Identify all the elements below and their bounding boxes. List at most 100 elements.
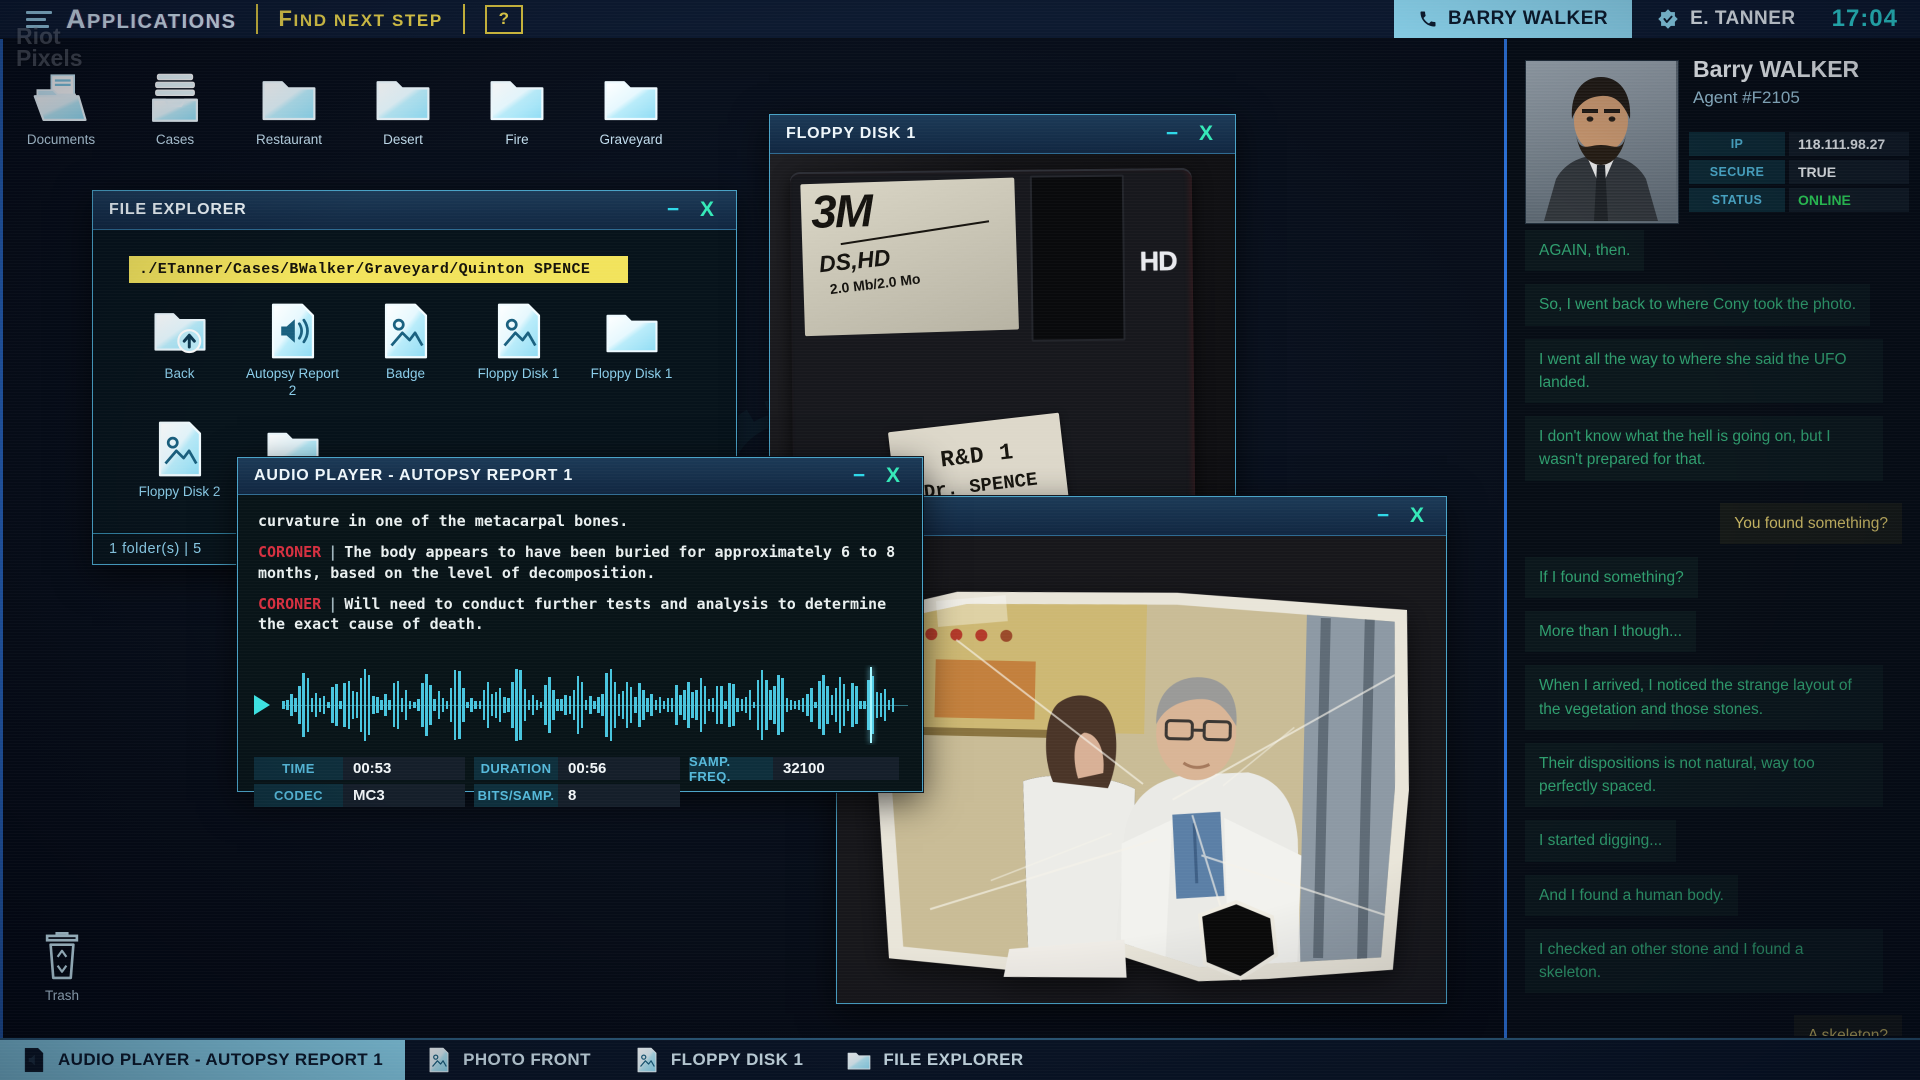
transcript-line: CORONER | The body appears to have been bu… xyxy=(258,543,896,582)
audio-player-window: AUDIO PLAYER - AUTOPSY REPORT 1 − X curv… xyxy=(237,457,923,807)
desktop-icon-fire[interactable]: Fire xyxy=(460,72,574,147)
sample-freq-value: 32100 xyxy=(773,757,899,780)
chat-message: Their dispositions is not natural, way t… xyxy=(1525,742,1883,808)
bits-label: BITS/SAMP. xyxy=(474,784,558,807)
close-button[interactable]: X xyxy=(690,192,724,228)
desktop-icon-graveyard[interactable]: Graveyard xyxy=(574,72,688,147)
file-item-floppy-disk-1-image[interactable]: Floppy Disk 1 xyxy=(462,302,575,420)
phone-icon xyxy=(1418,9,1438,29)
file-item-floppy-disk-1-folder[interactable]: Floppy Disk 1 xyxy=(575,302,688,420)
tab-label: BARRY WALKER xyxy=(1448,8,1609,29)
clock: 17:04 xyxy=(1831,5,1898,32)
bits-value: 8 xyxy=(558,784,680,807)
floppy-disk-titlebar[interactable]: FLOPPY DISK 1 − X xyxy=(770,115,1235,154)
image-file-icon xyxy=(427,1047,451,1073)
file-item-autopsy-report-2[interactable]: Autopsy Report 2 xyxy=(236,302,349,420)
trash-label: Trash xyxy=(44,988,79,1003)
desktop-icon-restaurant[interactable]: Restaurant xyxy=(232,72,346,147)
file-item-back[interactable]: Back xyxy=(123,302,236,420)
taskbar-item-floppy-disk-1[interactable]: FLOPPY DISK 1 xyxy=(613,1040,825,1080)
waveform-bars xyxy=(282,665,896,745)
disk-top-label: 3M DS,HD 2.0 Mb/2.0 Mo xyxy=(800,177,1019,337)
disk-brand: 3M xyxy=(810,184,872,238)
close-button[interactable]: X xyxy=(1189,116,1223,152)
sample-freq-label: SAMP. FREQ. xyxy=(689,754,773,784)
playhead[interactable] xyxy=(870,667,873,743)
waveform[interactable] xyxy=(282,665,908,745)
chat-log: AGAIN, then. So, I went back to where Co… xyxy=(1507,228,1920,1036)
taskbar-item-file-explorer[interactable]: FILE EXPLORER xyxy=(825,1040,1045,1080)
play-button[interactable] xyxy=(254,695,270,715)
time-label: TIME xyxy=(254,757,343,780)
audio-file-icon xyxy=(22,1047,46,1073)
folder-icon xyxy=(261,72,317,124)
transcript: curvature in one of the metacarpal bones… xyxy=(238,495,922,634)
desktop-icon-row: Documents Cases Restaurant Desert Fire G… xyxy=(4,72,688,147)
status-value: ONLINE xyxy=(1789,188,1909,212)
taskbar: AUDIO PLAYER - AUTOPSY REPORT 1 PHOTO FR… xyxy=(0,1038,1920,1080)
file-explorer-titlebar[interactable]: FILE EXPLORER − X xyxy=(93,191,736,230)
audio-stats-row-2: CODEC MC3 BITS/SAMP. 8 xyxy=(254,784,689,807)
duration-value: 00:56 xyxy=(558,757,680,780)
close-button[interactable]: X xyxy=(1400,498,1434,534)
chat-message: So, I went back to where Cony took the p… xyxy=(1525,284,1871,326)
tab-label: E. TANNER xyxy=(1690,8,1796,29)
secure-value: TRUE xyxy=(1789,160,1909,184)
chat-message: AGAIN, then. xyxy=(1525,230,1645,272)
tray-icon xyxy=(147,72,203,124)
minimize-button[interactable]: − xyxy=(1155,116,1189,152)
codec-value: MC3 xyxy=(343,784,465,807)
contact-sidebar: Barry WALKER Agent #F2105 IP 118.111.98.… xyxy=(1504,38,1920,1038)
image-file-icon xyxy=(379,302,433,360)
minimize-button[interactable]: − xyxy=(656,192,690,228)
contact-subtitle: Agent #F2105 xyxy=(1693,88,1800,107)
icon-label: Documents xyxy=(26,132,96,147)
tab-e-tanner[interactable]: E. TANNER xyxy=(1632,0,1819,38)
contact-name: Barry WALKER xyxy=(1693,56,1860,82)
top-menu-bar: APPLICATIONS FIND NEXT STEP ? BARRY WALK… xyxy=(0,0,1920,39)
time-value: 00:53 xyxy=(343,757,465,780)
image-file-icon xyxy=(492,302,546,360)
chat-message-player: You found something? xyxy=(1720,502,1902,544)
folder-icon xyxy=(847,1047,871,1073)
duration-label: DURATION xyxy=(474,757,558,780)
minimize-button[interactable]: − xyxy=(842,458,876,494)
minimize-button[interactable]: − xyxy=(1366,498,1400,534)
help-button[interactable]: ? xyxy=(484,4,523,34)
window-title: AUDIO PLAYER - AUTOPSY REPORT 1 xyxy=(254,467,574,484)
secure-label: SECURE xyxy=(1689,160,1785,184)
desktop-icon-cases[interactable]: Cases xyxy=(118,72,232,147)
file-item-floppy-disk-2[interactable]: Floppy Disk 2 xyxy=(123,420,236,538)
desktop-icon-desert[interactable]: Desert xyxy=(346,72,460,147)
icon-label: Fire xyxy=(505,132,529,147)
topbar-divider xyxy=(462,4,465,34)
folder-icon xyxy=(375,72,431,124)
icon-label: Graveyard xyxy=(599,132,663,147)
applications-menu[interactable]: APPLICATIONS xyxy=(66,4,236,35)
waveform-row xyxy=(248,663,908,747)
trash[interactable]: Trash xyxy=(22,930,102,1003)
photo-front-titlebar[interactable]: − X xyxy=(837,497,1446,536)
desktop-icon-documents[interactable]: Documents xyxy=(4,72,118,147)
find-next-step-button[interactable]: FIND NEXT STEP xyxy=(278,6,442,32)
folder-icon xyxy=(489,72,545,124)
taskbar-item-photo-front[interactable]: PHOTO FRONT xyxy=(405,1040,613,1080)
audio-stats-row-1: TIME 00:53 DURATION 00:56 SAMP. FREQ. 32… xyxy=(254,754,908,784)
close-button[interactable]: X xyxy=(876,458,910,494)
ip-label: IP xyxy=(1689,132,1785,156)
chat-message: If I found something? xyxy=(1525,556,1698,598)
file-item-badge[interactable]: Badge xyxy=(349,302,462,420)
status-label: STATUS xyxy=(1689,188,1785,212)
chat-message: I started digging... xyxy=(1525,820,1677,862)
codec-label: CODEC xyxy=(254,784,343,807)
chat-message: And I found a human body. xyxy=(1525,874,1738,916)
tab-barry-walker[interactable]: BARRY WALKER xyxy=(1394,0,1633,38)
topbar-divider xyxy=(256,4,259,34)
audio-file-icon xyxy=(266,302,320,360)
menu-icon[interactable] xyxy=(26,7,52,32)
photo-view xyxy=(837,536,1446,1003)
audio-player-titlebar[interactable]: AUDIO PLAYER - AUTOPSY REPORT 1 − X xyxy=(238,458,922,495)
contact-fields: IP 118.111.98.27 SECURE TRUE STATUS ONLI… xyxy=(1689,132,1909,212)
taskbar-item-audio-player[interactable]: AUDIO PLAYER - AUTOPSY REPORT 1 xyxy=(0,1040,406,1080)
chat-message-player: A skeleton? xyxy=(1793,1015,1902,1036)
